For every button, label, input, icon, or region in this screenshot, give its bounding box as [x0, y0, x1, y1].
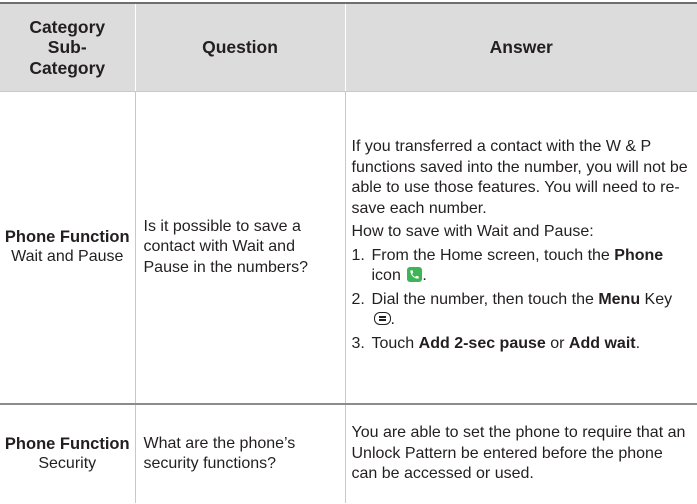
subcategory-label: Security [38, 455, 97, 472]
step-bold: Phone [614, 246, 664, 264]
table-row: Phone Function Wait and Pause Is it poss… [0, 91, 697, 405]
header-question: Question [134, 2, 345, 92]
step-end: . [422, 267, 427, 285]
step-number: 2. [351, 290, 365, 308]
category-label: Phone Function [4, 227, 130, 246]
category-label: Phone Function [4, 434, 130, 453]
header-category-line2: Sub- [47, 37, 87, 57]
step-text: Dial the number, then touch the [371, 290, 599, 308]
faq-table: Category Sub- Category Question Answer P… [0, 2, 697, 503]
question-cell: What are the phone’s security functions? [134, 404, 345, 503]
step-text-mid: or [545, 334, 569, 352]
category-cell: Phone Function Wait and Pause [0, 91, 135, 405]
menu-key-icon [373, 312, 391, 326]
list-item: 2. Dial the number, then touch the Menu … [352, 290, 690, 331]
answer-cell: You are able to set the phone to require… [344, 404, 697, 503]
step-bold: Add 2-sec pause [418, 334, 546, 352]
step-bold: Menu [598, 290, 641, 308]
header-category-line1: Category [29, 16, 106, 37]
step-end: . [390, 311, 395, 329]
category-cell: Phone Function Security [0, 404, 135, 503]
header-category-line3: Category [29, 57, 106, 78]
header-answer: Answer [344, 2, 697, 92]
step-number: 3. [351, 334, 365, 352]
phone-icon [407, 267, 423, 283]
steps-list: 1. From the Home screen, touch the Phone… [352, 246, 690, 355]
answer-intro: If you transferred a contact with the W … [351, 138, 688, 217]
list-item: 3. Touch Add 2-sec pause or Add wait. [352, 334, 690, 355]
answer-cell: If you transferred a contact with the W … [344, 91, 697, 405]
step-text: From the Home screen, touch the [371, 246, 615, 264]
subcategory-label: Wait and Pause [11, 248, 124, 266]
table-row: Phone Function Security What are the pho… [0, 404, 697, 503]
question-cell: Is it possible to save a contact with Wa… [134, 91, 345, 405]
header-category: Category Sub- Category [0, 2, 135, 92]
step-number: 1. [351, 246, 365, 264]
list-item: 1. From the Home screen, touch the Phone… [352, 246, 690, 287]
answer-howto: How to save with Wait and Pause: [351, 223, 594, 241]
step-bold-2: Add wait [568, 334, 636, 352]
step-text-post: Key [640, 290, 673, 308]
header-row: Category Sub- Category Question Answer [0, 2, 697, 92]
step-text-post: icon [371, 267, 401, 285]
step-text: Touch [371, 334, 419, 352]
step-end: . [635, 334, 641, 352]
